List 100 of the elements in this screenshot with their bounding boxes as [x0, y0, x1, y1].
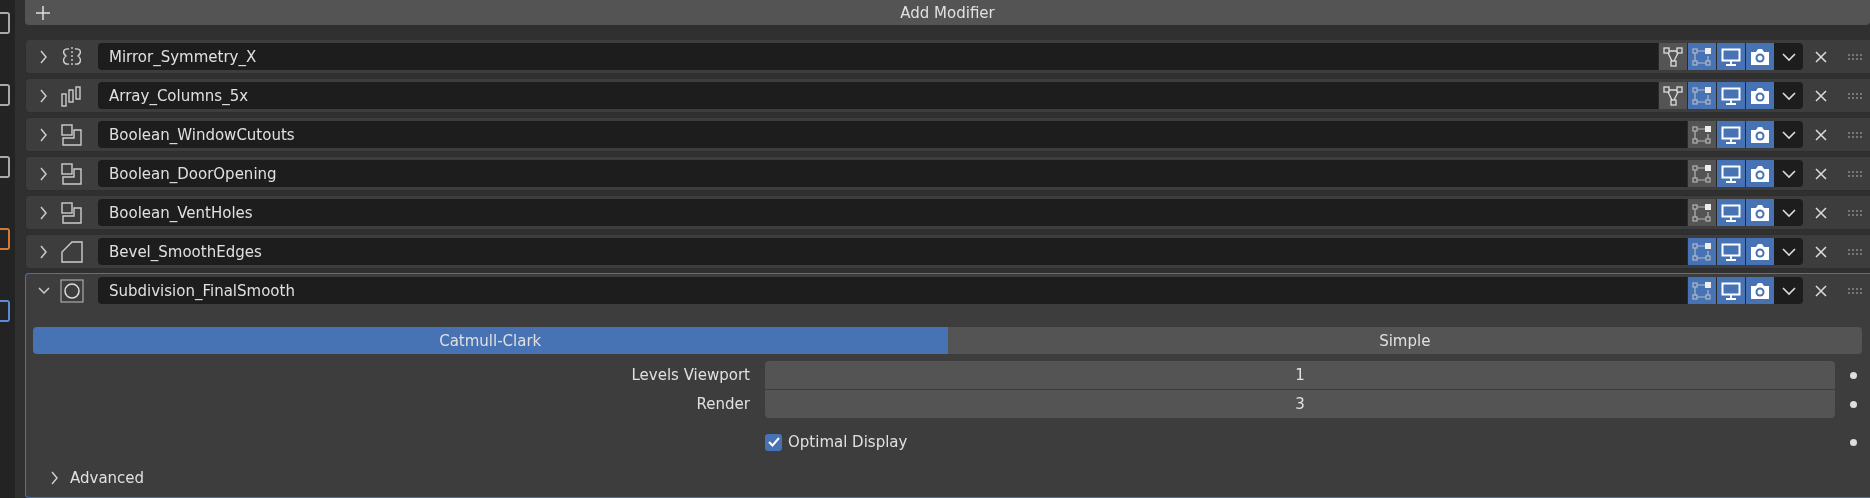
drag-handle-icon[interactable]	[1848, 287, 1864, 294]
algorithm-tab[interactable]: Simple	[947, 327, 1862, 354]
boolean-icon	[60, 122, 84, 147]
edit-mode-toggle[interactable]	[1687, 160, 1716, 187]
dropdown-button[interactable]	[1774, 238, 1803, 265]
close-icon[interactable]	[1815, 128, 1827, 141]
field-label: Levels Viewport	[630, 366, 751, 384]
chevron-right-icon[interactable]	[38, 49, 50, 64]
drag-handle-icon[interactable]	[1848, 248, 1864, 255]
close-icon[interactable]	[1815, 167, 1827, 180]
drag-handle-icon[interactable]	[1848, 170, 1864, 177]
tab-icon[interactable]	[0, 84, 10, 106]
advanced-subpanel-toggle[interactable]: Advanced	[50, 469, 145, 487]
drag-handle-icon[interactable]	[1848, 209, 1864, 216]
array-icon	[60, 83, 84, 108]
drag-handle-icon[interactable]	[1848, 131, 1864, 138]
edit-mode-icon	[1692, 124, 1712, 145]
monitor-icon	[1721, 86, 1741, 105]
render-toggle[interactable]	[1745, 199, 1774, 226]
render-toggle[interactable]	[1745, 160, 1774, 187]
edit-mode-icon	[1692, 46, 1712, 67]
dropdown-button[interactable]	[1774, 121, 1803, 148]
close-icon[interactable]	[1815, 89, 1827, 102]
viewport-toggle[interactable]	[1716, 121, 1745, 148]
number-field[interactable]: 1	[765, 361, 1835, 389]
modifier-name-field[interactable]: Subdivision_FinalSmooth	[98, 277, 1687, 304]
modifier-name-field[interactable]: Array_Columns_5x	[98, 82, 1658, 109]
viewport-toggle[interactable]	[1716, 160, 1745, 187]
edit-mode-toggle[interactable]	[1687, 238, 1716, 265]
edit-mode-toggle[interactable]	[1687, 82, 1716, 109]
chevron-down-icon	[1781, 90, 1796, 101]
dropdown-button[interactable]	[1774, 160, 1803, 187]
viewport-toggle[interactable]	[1716, 238, 1745, 265]
keyframe-dot-icon[interactable]	[1850, 371, 1857, 379]
drag-handle-icon[interactable]	[1848, 53, 1864, 60]
monitor-icon	[1721, 203, 1741, 222]
monitor-icon	[1721, 242, 1741, 261]
chevron-down-icon	[1781, 285, 1796, 296]
camera-icon	[1750, 86, 1770, 105]
camera-icon	[1750, 203, 1770, 222]
edit-mode-toggle[interactable]	[1687, 43, 1716, 70]
optimal-display-checkbox[interactable]: Optimal Display	[33, 433, 1835, 451]
edit-mode-icon	[1692, 163, 1712, 184]
modifier-name-field[interactable]: Mirror_Symmetry_X	[98, 43, 1658, 70]
camera-icon	[1750, 242, 1770, 261]
tab-icon[interactable]	[0, 228, 10, 250]
triangle-mesh-icon	[1663, 85, 1683, 106]
on-cage-toggle[interactable]	[1658, 43, 1687, 70]
modifier-name-field[interactable]: Bevel_SmoothEdges	[98, 238, 1687, 265]
tab-icon[interactable]	[0, 12, 10, 34]
viewport-toggle[interactable]	[1716, 277, 1745, 304]
camera-icon	[1750, 125, 1770, 144]
chevron-right-icon[interactable]	[38, 244, 50, 259]
close-icon[interactable]	[1815, 284, 1827, 297]
chevron-right-icon[interactable]	[38, 205, 50, 220]
modifier-name-field[interactable]: Boolean_DoorOpening	[98, 160, 1687, 187]
on-cage-toggle[interactable]	[1658, 82, 1687, 109]
drag-handle-icon[interactable]	[1848, 92, 1864, 99]
close-icon[interactable]	[1815, 245, 1827, 258]
render-toggle[interactable]	[1745, 43, 1774, 70]
edit-mode-toggle[interactable]	[1687, 121, 1716, 148]
boolean-icon	[60, 200, 84, 225]
viewport-toggle[interactable]	[1716, 199, 1745, 226]
dropdown-button[interactable]	[1774, 82, 1803, 109]
monitor-icon	[1721, 281, 1741, 300]
edit-mode-toggle[interactable]	[1687, 199, 1716, 226]
modifier-name-field[interactable]: Boolean_VentHoles	[98, 199, 1687, 226]
modifier-name-field[interactable]: Boolean_WindowCutouts	[98, 121, 1687, 148]
edit-mode-icon	[1692, 85, 1712, 106]
monitor-icon	[1721, 164, 1741, 183]
chevron-right-icon[interactable]	[38, 127, 50, 142]
render-toggle[interactable]	[1745, 238, 1774, 265]
monitor-icon	[1721, 47, 1741, 66]
algorithm-tab[interactable]: Catmull-Clark	[33, 327, 948, 354]
tab-icon[interactable]	[0, 300, 10, 322]
dropdown-button[interactable]	[1774, 43, 1803, 70]
chevron-down-icon	[1781, 51, 1796, 62]
chevron-right-icon[interactable]	[38, 166, 50, 181]
chevron-down-icon	[1781, 129, 1796, 140]
close-icon[interactable]	[1815, 50, 1827, 63]
camera-icon	[1750, 47, 1770, 66]
monitor-icon	[1721, 125, 1741, 144]
keyframe-dot-icon[interactable]	[1850, 400, 1857, 408]
chevron-right-icon[interactable]	[38, 88, 50, 103]
dropdown-button[interactable]	[1774, 199, 1803, 226]
render-toggle[interactable]	[1745, 277, 1774, 304]
edit-mode-toggle[interactable]	[1687, 277, 1716, 304]
render-toggle[interactable]	[1745, 121, 1774, 148]
tab-icon[interactable]	[0, 156, 10, 178]
dropdown-button[interactable]	[1774, 277, 1803, 304]
close-icon[interactable]	[1815, 206, 1827, 219]
checkbox[interactable]	[765, 433, 782, 451]
viewport-toggle[interactable]	[1716, 43, 1745, 70]
viewport-toggle[interactable]	[1716, 82, 1745, 109]
add-modifier-button[interactable]: Add Modifier	[25, 0, 1870, 25]
chevron-down-icon	[1781, 168, 1796, 179]
edit-mode-icon	[1692, 202, 1712, 223]
render-toggle[interactable]	[1745, 82, 1774, 109]
number-field[interactable]: 3	[765, 390, 1835, 418]
keyframe-dot-icon[interactable]	[1850, 438, 1857, 446]
